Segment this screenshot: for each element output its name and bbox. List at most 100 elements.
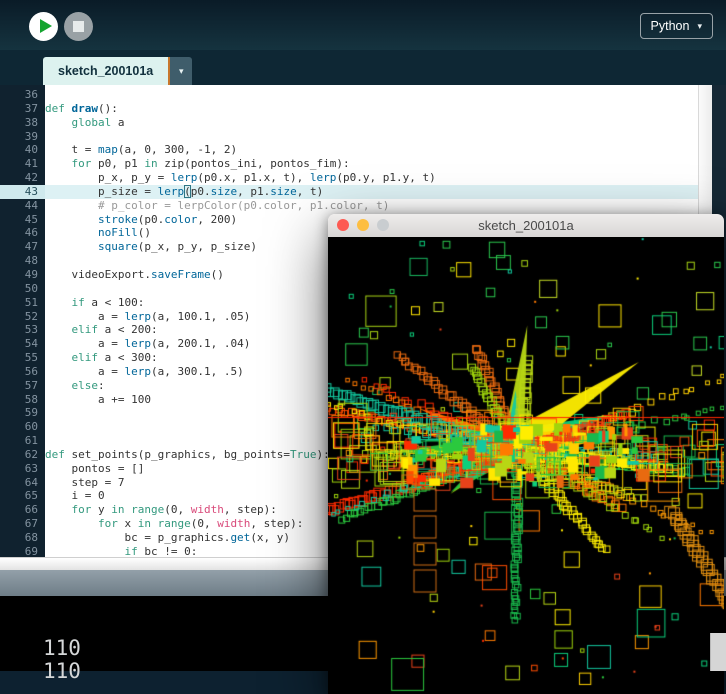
sketch-window-titlebar[interactable]: sketch_200101a [328,214,724,238]
line-number: 54 [24,337,38,351]
code-token: in [111,503,125,517]
line-number: 44 [24,198,38,212]
console-output-line: 110 [43,636,81,660]
line-number: 43 [0,184,45,199]
code-token: (p0.x, p1.x, t), [197,171,310,185]
line-number: 59 [24,406,38,420]
code-token: lerp [170,171,198,185]
line-number: 63 [24,461,38,475]
code-line-43[interactable]: p_size = lerp(p0.size, p1.size, t) [45,184,712,199]
chevron-down-icon: ▾ [697,20,702,31]
line-number: 45 [24,212,38,226]
code-token: a < 100: [84,295,145,309]
code-line-38[interactable]: global a [45,116,712,130]
stop-icon [73,21,84,32]
line-number: 39 [24,129,38,143]
line-number: 47 [24,240,38,254]
code-token: range [157,517,191,531]
code-token: , p1. [237,184,271,198]
code-token: p0. [190,184,211,198]
code-token: i = 0 [45,489,105,503]
code-token: elif [71,323,99,337]
tab-menu-button[interactable]: ▾ [168,57,193,85]
code-token: , step): [250,517,304,531]
code-token: (0, [190,517,218,531]
code-token: a = [45,364,125,378]
code-token: for [71,503,92,517]
code-token: a = [45,309,125,323]
code-token: set_points(p_graphics, bg_points= [71,447,291,461]
code-token: global [71,115,112,129]
code-token: lerp [124,309,151,323]
code-line-44[interactable]: # p_color = lerpColor(p0.color, p1.color… [45,199,712,213]
code-token: a = [45,337,125,351]
line-number: 46 [24,226,38,240]
code-token: lerp [157,184,185,198]
code-token: lerp [124,337,151,351]
code-token: def [45,447,72,461]
code-line-40[interactable]: t = map(a, 0, 300, -1, 2) [45,143,712,157]
code-token: bc != 0: [137,544,198,558]
code-token: a < 300: [98,351,158,365]
background-window-fragment [710,633,726,671]
code-token: a < 200: [98,323,158,337]
line-number: 67 [24,517,38,531]
code-line-39[interactable] [45,130,712,144]
code-token: for [97,517,118,531]
code-token: zip(pontos_ini, pontos_fim): [157,157,350,171]
tab-sketch[interactable]: sketch_200101a [43,57,169,85]
code-token: () [210,267,224,281]
code-token: bc = p_graphics. [45,531,231,544]
code-token: square [97,240,138,254]
code-token: (a, 100.1, .05) [150,309,251,323]
code-token: p_x, p_y = [45,171,171,185]
sketch-canvas[interactable] [328,237,724,694]
code-token: for [71,157,92,171]
code-token: width [217,517,251,531]
line-number-gutter: 36 37 38 39 40 41 42 43 44 45 46 47 48 49 50 51 52 53 54 55… [0,85,45,558]
code-token: () [137,226,151,240]
run-button[interactable] [29,12,58,41]
zoom-button[interactable] [377,219,389,231]
close-button[interactable] [337,219,349,231]
code-token: range [131,503,165,517]
mode-selector[interactable]: Python ▾ [639,13,713,39]
line-number: 48 [24,254,38,268]
code-line-42[interactable]: p_x, p_y = lerp(p0.x, p1.x, t), lerp(p0.… [45,171,712,185]
code-token: t = [45,143,98,157]
code-token: p_size = [45,184,158,198]
line-number: 38 [24,115,38,129]
code-token: get [230,531,251,544]
code-line-41[interactable]: for p0, p1 in zip(pontos_ini, pontos_fim… [45,157,712,171]
line-number: 52 [24,309,38,323]
minimize-button[interactable] [357,219,369,231]
code-token: x [117,517,138,531]
code-token: saveFrame [150,267,211,281]
code-token: # p_color = lerpColor(p0.color, p1.color… [45,198,390,212]
code-token: , 200) [197,212,238,226]
line-number: 50 [24,281,38,295]
code-token: (a, 200.1, .04) [150,337,251,351]
code-line-36[interactable] [45,88,712,102]
play-icon [40,19,52,33]
code-token: lerp [309,171,337,185]
stop-button[interactable] [64,12,93,41]
code-line-37[interactable]: def draw(): [45,102,712,116]
line-number: 53 [24,323,38,337]
line-number: 65 [24,489,38,503]
code-token: (p0. [137,212,165,226]
code-token: size [210,184,238,198]
code-token: def [45,101,72,115]
code-token: (a, 0, 300, -1, 2) [117,143,238,157]
code-token: map [97,143,118,157]
sketch-window-title: sketch_200101a [478,218,574,233]
code-token: , t) [296,184,324,198]
tab-bar: sketch_200101a ▾ [0,50,726,85]
code-token: , step): [223,503,277,517]
